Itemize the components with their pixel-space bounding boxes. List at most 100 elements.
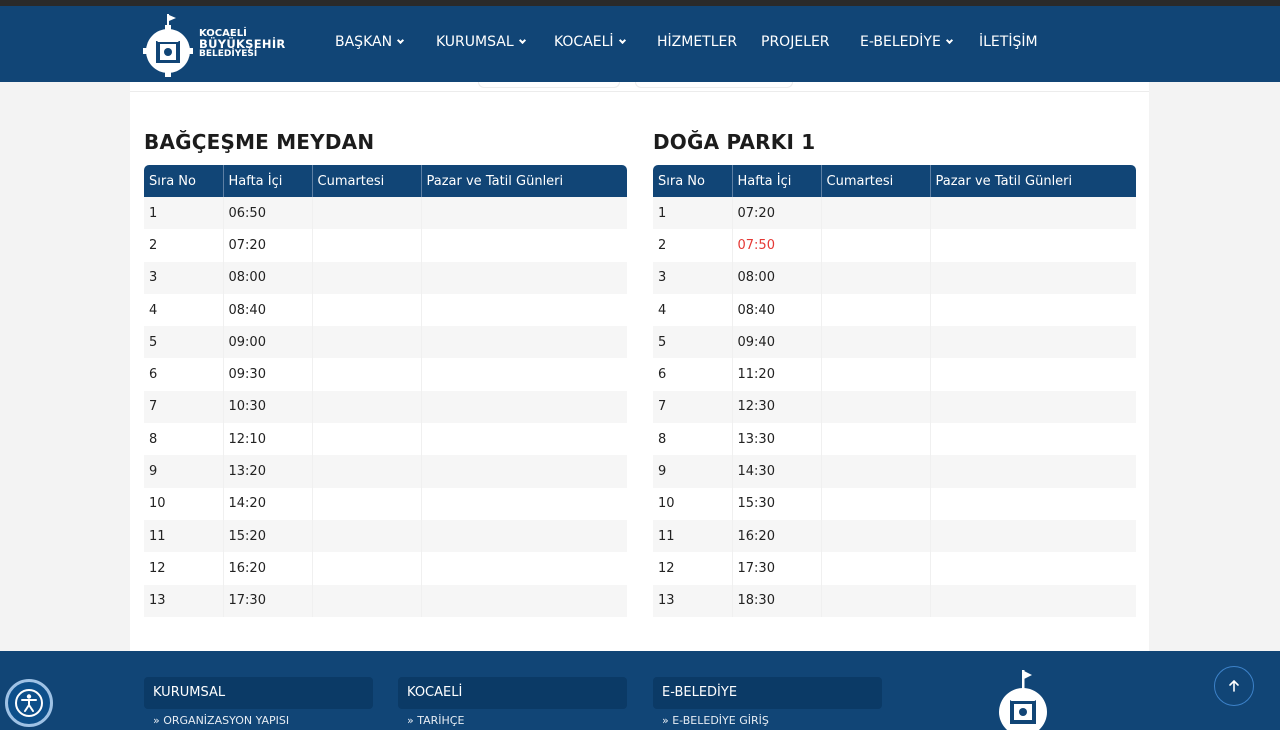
- table-cell: 3: [653, 261, 733, 294]
- table-cell: [821, 293, 931, 327]
- table-cell: 5: [653, 326, 733, 359]
- table-cell: 07:20: [732, 197, 822, 230]
- accessibility-button[interactable]: [5, 679, 53, 727]
- table-cell: 1: [653, 197, 733, 230]
- table-cell: [821, 519, 931, 553]
- table-cell: 13: [653, 584, 733, 617]
- table-cell: 8: [653, 423, 733, 456]
- table-row: 9 13:20: [144, 455, 627, 488]
- table-header-row: Sıra No Hafta İçi Cumartesi Pazar ve Tatil …: [144, 165, 627, 197]
- table-cell: 15:30: [732, 487, 822, 520]
- table-cell: [421, 519, 627, 553]
- kocaeli-logo-icon: [143, 14, 193, 77]
- table-cell: 6: [144, 358, 224, 391]
- table-row: 11 15:20: [144, 519, 627, 553]
- table-cell: 09:30: [223, 358, 313, 391]
- table-cell: [930, 229, 1136, 262]
- site-logo[interactable]: KOCAELİ BÜYÜKŞEHİR BELEDİYESİ: [143, 11, 303, 77]
- table-cell: [930, 487, 1136, 520]
- nav-item-label: KURUMSAL: [436, 34, 514, 50]
- table-cell: 7: [653, 390, 733, 424]
- footer-section-kurumsal: KURUMSAL: [144, 677, 373, 709]
- nav-item-hizmetler[interactable]: HİZMETLER: [657, 34, 737, 50]
- table-cell: 13:30: [732, 423, 822, 456]
- table-cell: 06:50: [223, 197, 313, 230]
- table-cell: [421, 487, 627, 520]
- table-cell: [821, 584, 931, 617]
- nav-item-label: HİZMETLER: [657, 34, 738, 50]
- table-row: 3 08:00: [144, 261, 627, 294]
- table-row: 7 10:30: [144, 390, 627, 424]
- scroll-top-button[interactable]: [1214, 666, 1254, 706]
- nav-item-iletisim[interactable]: İLETİŞİM: [979, 34, 1038, 50]
- chevron-down-icon: [397, 36, 405, 44]
- table-row: 1 06:50: [144, 197, 627, 230]
- table-cell: 07:20: [223, 229, 313, 262]
- tab-remnant: [478, 82, 620, 88]
- schedule-title: BAĞÇEŞME MEYDAN: [144, 130, 375, 154]
- nav-item-kurumsal[interactable]: KURUMSAL: [436, 34, 526, 50]
- schedule-doga-parki: DOĞA PARKI 1 Sıra No Hafta İçi Cumartesi Pa…: [653, 127, 1136, 617]
- logo-line-2: BÜYÜKŞEHİR: [199, 37, 286, 51]
- table-cell: [930, 326, 1136, 359]
- table-cell: 11: [653, 519, 733, 553]
- table-cell: [821, 229, 931, 262]
- table-row: 13 17:30: [144, 584, 627, 617]
- table-cell: [930, 455, 1136, 488]
- table-cell: 4: [653, 293, 733, 327]
- footer-link-organizasyon[interactable]: » ORGANİZASYON YAPISI: [153, 714, 289, 727]
- table-cell: 3: [144, 261, 224, 294]
- table-cell: [421, 552, 627, 585]
- divider: [130, 91, 1149, 92]
- table-cell: 13: [144, 584, 224, 617]
- chevron-down-icon: [618, 36, 626, 44]
- footer-link-e-belediye-giris[interactable]: » E-BELEDİYE GİRİŞ: [662, 714, 769, 727]
- nav-item-label: PROJELER: [761, 34, 830, 50]
- table-row: 4 08:40: [144, 293, 627, 327]
- column-header: Cumartesi: [312, 165, 422, 197]
- table-row: 2 07:20: [144, 229, 627, 262]
- table-row: 6 11:20: [653, 358, 1136, 391]
- table-row: 5 09:00: [144, 326, 627, 359]
- chevron-down-icon: [518, 36, 526, 44]
- nav-item-kocaeli[interactable]: KOCAELİ: [554, 34, 626, 50]
- footer-section-e-belediye: E-BELEDİYE: [653, 677, 882, 709]
- schedule-table: Sıra No Hafta İçi Cumartesi Pazar ve Tatil …: [144, 165, 627, 617]
- table-cell: 10: [144, 487, 224, 520]
- table-row: 6 09:30: [144, 358, 627, 391]
- tab-remnant: [635, 82, 793, 88]
- table-row: 10 14:20: [144, 487, 627, 520]
- table-cell: [930, 519, 1136, 553]
- table-cell: 6: [653, 358, 733, 391]
- table-row: 11 16:20: [653, 519, 1136, 553]
- table-cell: 08:40: [223, 293, 313, 327]
- table-cell: 08:00: [732, 261, 822, 294]
- nav-item-baskan[interactable]: BAŞKAN: [335, 34, 405, 50]
- table-cell: 14:20: [223, 487, 313, 520]
- nav-item-label: E-BELEDİYE: [860, 34, 941, 50]
- table-cell: [312, 584, 422, 617]
- table-header-row: Sıra No Hafta İçi Cumartesi Pazar ve Tatil …: [653, 165, 1136, 197]
- table-cell: 16:20: [223, 552, 313, 585]
- footer-link-tarihce[interactable]: » TARİHÇE: [407, 714, 464, 727]
- table-row: 12 17:30: [653, 552, 1136, 585]
- table-cell: [930, 261, 1136, 294]
- nav-item-e-belediye[interactable]: E-BELEDİYE: [860, 34, 953, 50]
- table-cell: 9: [653, 455, 733, 488]
- nav-item-projeler[interactable]: PROJELER: [761, 34, 830, 50]
- table-cell: 09:40: [732, 326, 822, 359]
- table-cell: 15:20: [223, 519, 313, 553]
- table-cell: 10: [653, 487, 733, 520]
- nav-item-label: KOCAELİ: [554, 34, 614, 50]
- table-cell: [821, 358, 931, 391]
- table-cell: 7: [144, 390, 224, 424]
- table-cell: [421, 358, 627, 391]
- column-header: Hafta İçi: [732, 165, 822, 197]
- table-cell: 08:00: [223, 261, 313, 294]
- table-cell: [821, 390, 931, 424]
- table-cell: 12:30: [732, 390, 822, 424]
- table-cell: 12: [144, 552, 224, 585]
- table-cell: 13:20: [223, 455, 313, 488]
- table-cell: [821, 326, 931, 359]
- table-row: 7 12:30: [653, 390, 1136, 424]
